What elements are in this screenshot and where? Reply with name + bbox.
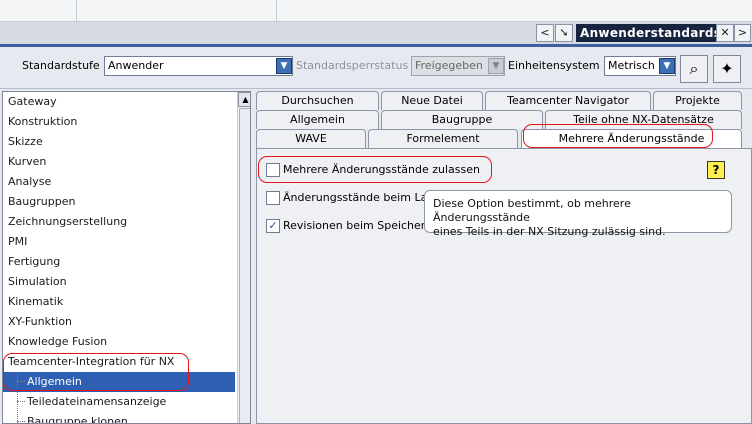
tab-wave[interactable]: WAVE — [256, 129, 366, 148]
list-item[interactable]: Konstruktion — [3, 112, 235, 132]
lock-status-label: Standardsperrstatus — [296, 59, 409, 72]
scroll-thumb[interactable] — [239, 108, 250, 423]
unit-system-label: Einheitensystem — [508, 59, 600, 72]
highlight-tree-selection — [3, 353, 189, 391]
save-revisions-label: Revisionen beim Speicher — [283, 219, 426, 232]
tab-durchsuchen[interactable]: Durchsuchen — [256, 91, 379, 110]
pin-icon: ➘ — [559, 26, 569, 39]
settings-icon: ✦ — [720, 59, 734, 78]
list-item[interactable]: XY-Funktion — [3, 312, 235, 332]
standard-level-label: Standardstufe — [22, 59, 100, 72]
highlight-active-tab — [523, 124, 713, 148]
chevron-left-icon: < — [540, 26, 550, 39]
tab-projekte[interactable]: Projekte — [653, 91, 742, 110]
list-scrollbar[interactable]: ▲ — [237, 92, 250, 423]
pin-button[interactable]: ➘ — [555, 24, 573, 42]
list-item[interactable]: PMI — [3, 232, 235, 252]
top-strip-cell — [77, 0, 277, 22]
window-title: Anwenderstandards — [576, 24, 721, 42]
list-item[interactable]: Kinematik — [3, 292, 235, 312]
nav-next-button[interactable]: > — [734, 24, 751, 42]
close-button[interactable]: ✕ — [716, 24, 734, 42]
lock-status-value: Freigegeben — [415, 59, 483, 72]
tooltip-line-2: eines Teils in der NX Sitzung zulässig s… — [433, 225, 666, 238]
list-item[interactable]: Gateway — [3, 92, 235, 112]
tab-allgemein[interactable]: Allgemein — [256, 110, 379, 129]
tab-neue-datei[interactable]: Neue Datei — [381, 91, 483, 110]
find-button[interactable]: ⌕ — [680, 55, 708, 83]
list-item[interactable]: Skizze — [3, 132, 235, 152]
list-item[interactable]: Zeichnungserstellung — [3, 212, 235, 232]
list-item[interactable]: Fertigung — [3, 252, 235, 272]
list-item[interactable]: Kurven — [3, 152, 235, 172]
chevron-down-icon: ▼ — [488, 58, 504, 74]
top-strip-cell — [0, 0, 77, 22]
tooltip-line-1: Diese Option bestimmt, ob mehrere Änderu… — [433, 197, 631, 224]
option-tooltip: Diese Option bestimmt, ob mehrere Änderu… — [424, 190, 732, 238]
settings-button[interactable]: ✦ — [713, 55, 741, 83]
load-revisions-label: Änderungsstände beim La — [283, 191, 428, 204]
tree-line — [17, 401, 25, 402]
list-item[interactable]: Baugruppe klonen — [3, 412, 235, 423]
binoculars-icon: ⌕ — [689, 59, 699, 78]
list-item[interactable]: Simulation — [3, 272, 235, 292]
tab-teamcenter-navigator[interactable]: Teamcenter Navigator — [485, 91, 651, 110]
list-item[interactable]: Baugruppen — [3, 192, 235, 212]
standard-level-select[interactable]: Anwender — [104, 56, 293, 76]
tree-line — [17, 421, 25, 422]
list-item[interactable]: Analyse — [3, 172, 235, 192]
help-icon[interactable]: ? — [707, 161, 725, 179]
standard-level-value: Anwender — [108, 59, 164, 72]
save-revisions-checkbox[interactable]: ✓ — [266, 219, 280, 233]
chevron-down-icon[interactable]: ▼ — [659, 58, 675, 74]
list-item[interactable]: Teiledateinamensanzeige — [3, 392, 235, 412]
unit-system-value: Metrisch — [608, 59, 655, 72]
chevron-down-icon[interactable]: ▼ — [276, 58, 292, 74]
load-revisions-checkbox[interactable] — [266, 191, 280, 205]
close-icon: ✕ — [720, 26, 730, 39]
highlight-option — [258, 156, 492, 183]
list-item[interactable]: Knowledge Fusion — [3, 332, 235, 352]
scroll-up-icon[interactable]: ▲ — [238, 92, 250, 107]
tab-baugruppe[interactable]: Baugruppe — [381, 110, 543, 129]
tab-formelement[interactable]: Formelement — [368, 129, 518, 148]
chevron-right-icon: > — [737, 26, 748, 39]
nav-prev-button[interactable]: < — [536, 24, 554, 42]
